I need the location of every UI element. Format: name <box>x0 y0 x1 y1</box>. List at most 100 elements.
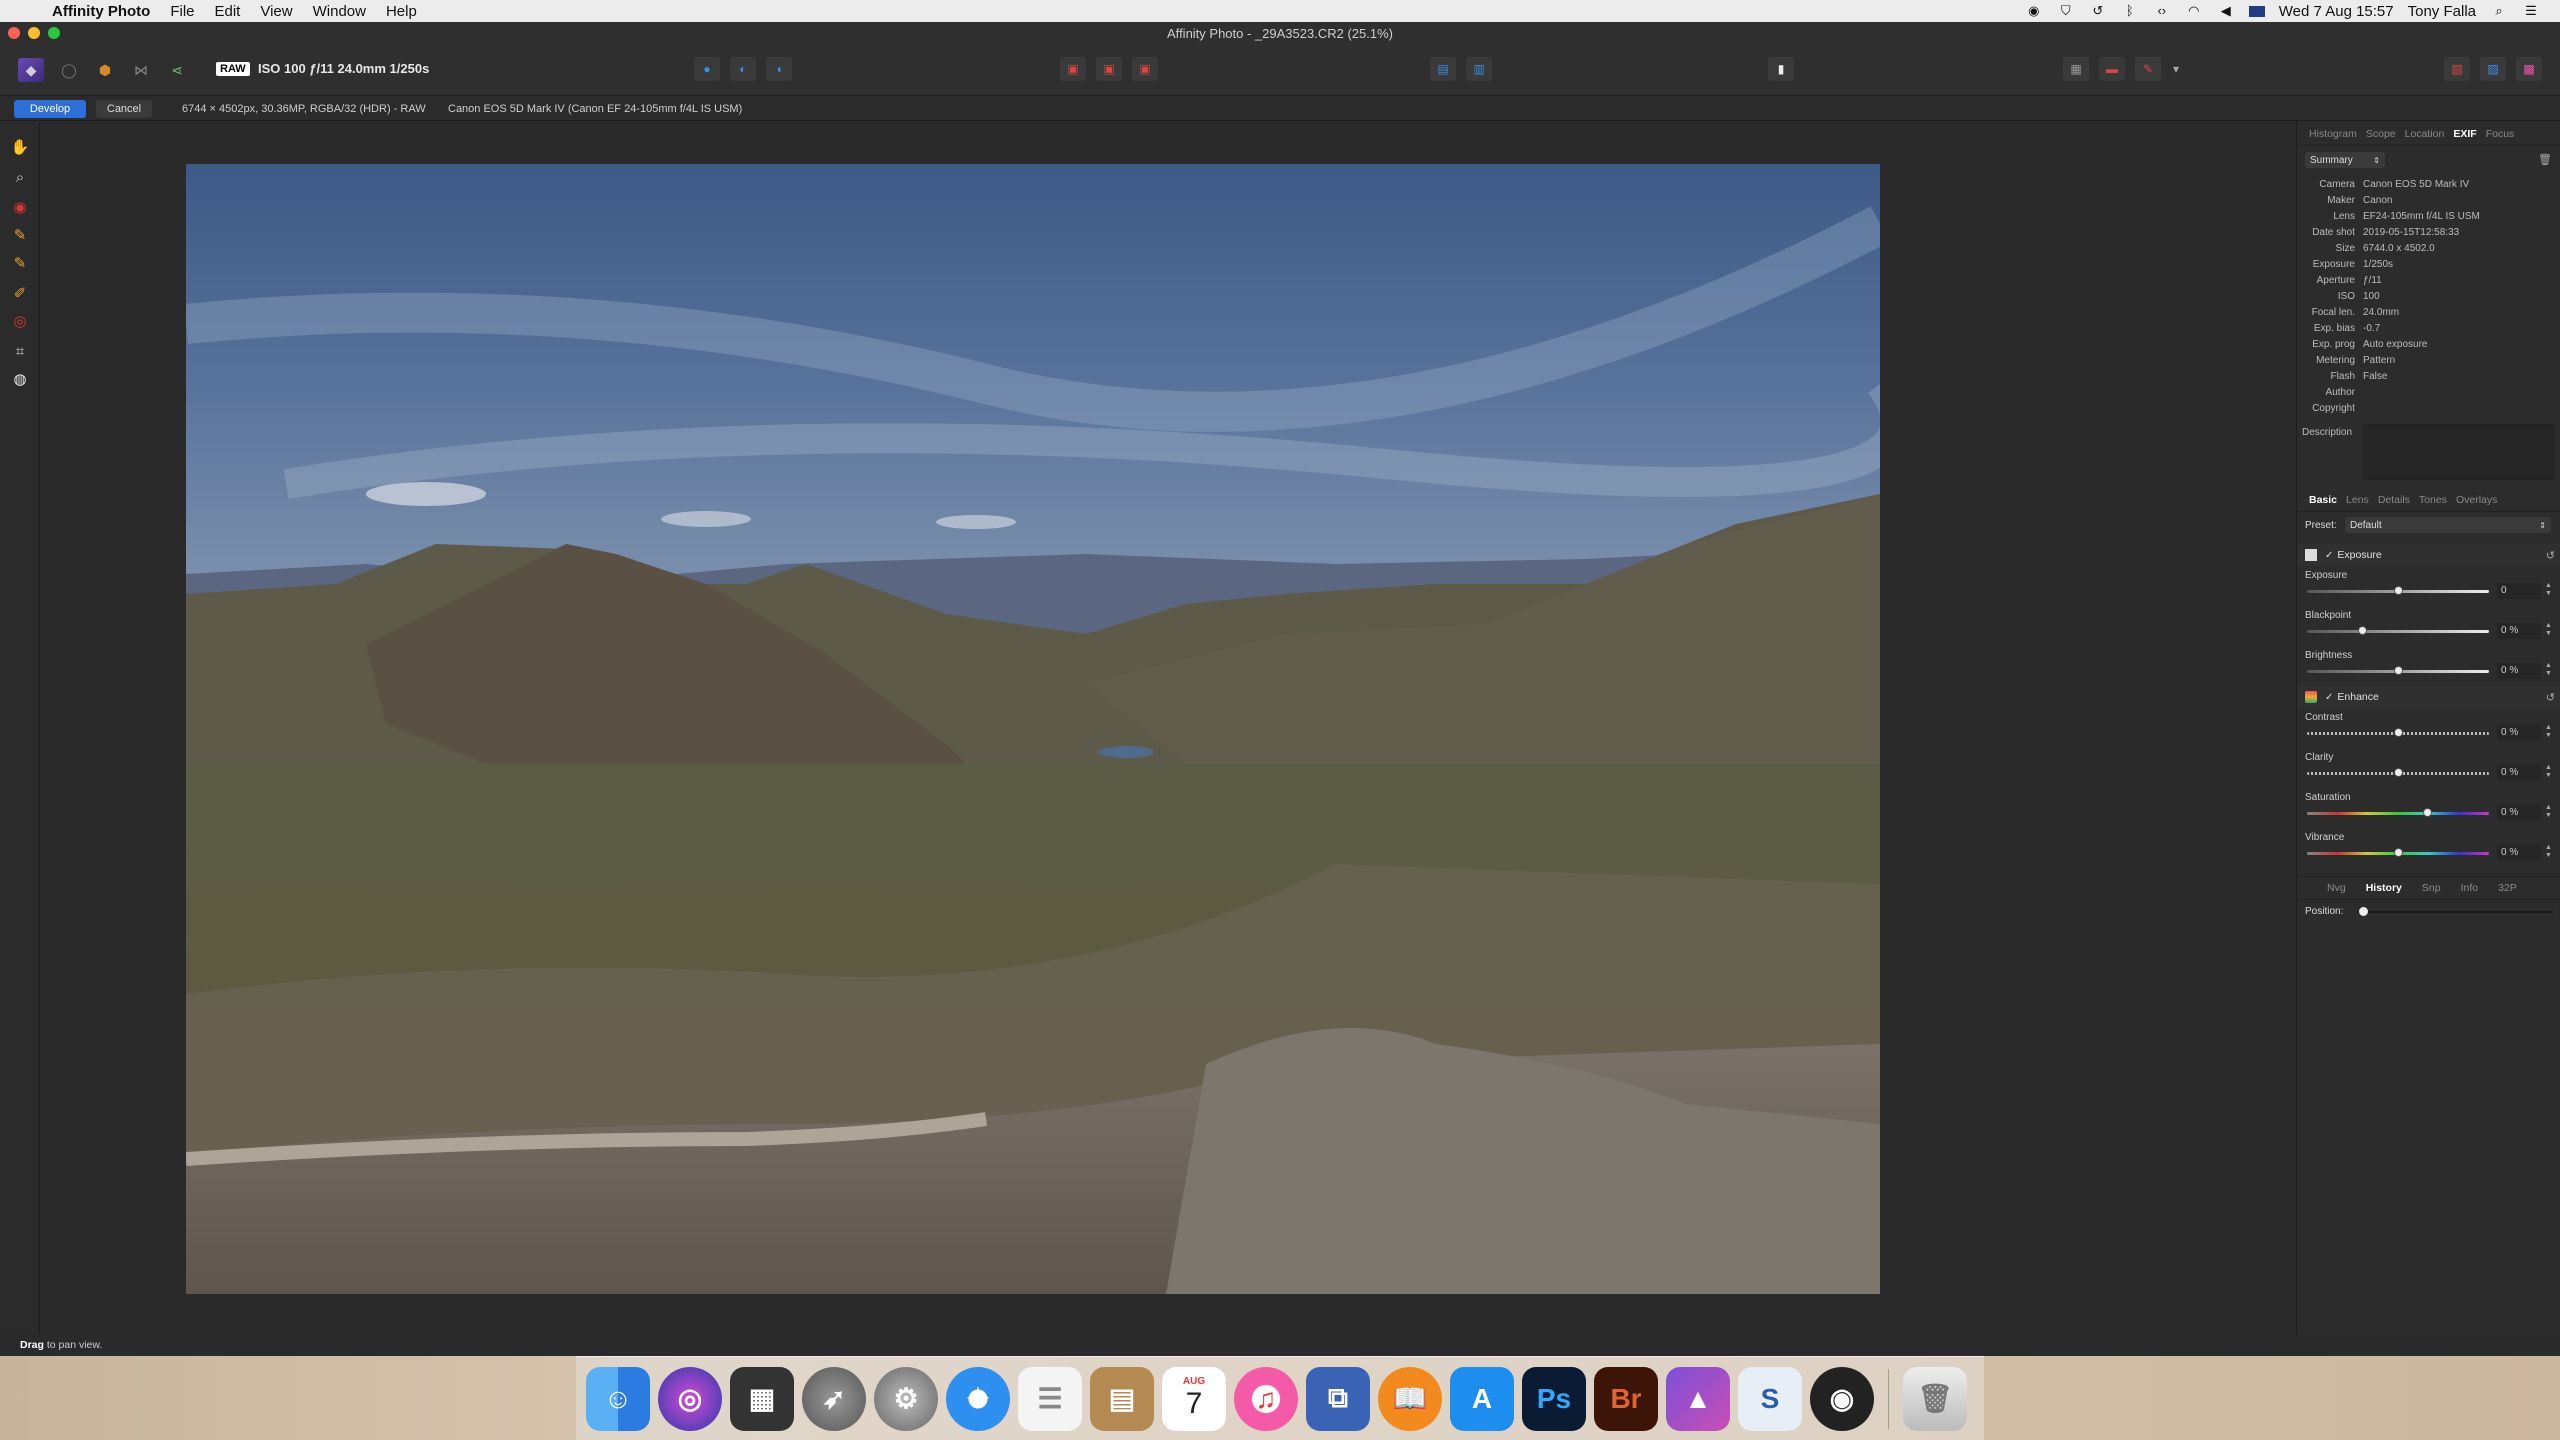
cancel-button[interactable]: Cancel <box>96 100 152 118</box>
exposure-knob[interactable] <box>2394 586 2403 595</box>
affinity-photo-icon[interactable]: ▲ <box>1666 1366 1730 1431</box>
tab-details[interactable]: Details <box>2378 494 2410 506</box>
stepper-icon[interactable]: ▲ ▼ <box>2545 804 2552 820</box>
tab-histogram[interactable]: Histogram <box>2309 128 2357 140</box>
history-position-knob[interactable] <box>2359 907 2368 916</box>
photo-persona-icon[interactable]: ▧ <box>2444 57 2470 81</box>
tone-map-persona-icon[interactable]: ⬢ <box>92 58 118 82</box>
split-view-icon[interactable]: ◐ <box>730 57 756 81</box>
enhance-group-header[interactable]: ✓ Enhance ↺ <box>2297 686 2560 708</box>
clip-shadows-icon[interactable]: ▣ <box>1132 57 1158 81</box>
tab-32p[interactable]: 32P <box>2498 882 2517 894</box>
chevron-down-icon[interactable]: ▾ <box>2171 57 2181 81</box>
menubar-user[interactable]: Tony Falla <box>2408 3 2476 20</box>
clip-highlights-icon[interactable]: ▣ <box>1060 57 1086 81</box>
saturation-track[interactable] <box>2307 812 2489 815</box>
tab-info[interactable]: Info <box>2461 882 2479 894</box>
description-field[interactable] <box>2363 424 2555 480</box>
liquify-persona-icon[interactable]: ⋈ <box>128 58 154 82</box>
vibrance-value-field[interactable]: 0 % <box>2497 845 2541 861</box>
sketchup-icon[interactable]: S <box>1738 1366 1802 1431</box>
blemish-tool-icon[interactable]: ✎ <box>9 224 31 246</box>
circle-persona-icon[interactable]: ◯ <box>56 58 82 82</box>
checkmark-icon[interactable]: ✓ <box>2325 550 2333 561</box>
brightness-knob[interactable] <box>2394 666 2403 675</box>
blackpoint-knob[interactable] <box>2357 626 2367 635</box>
crop-tool-icon[interactable]: ⌗ <box>9 340 31 362</box>
image-capture-icon[interactable]: ◉ <box>1810 1366 1874 1431</box>
document-canvas[interactable] <box>41 122 2295 1352</box>
finder-icon[interactable]: ☺ <box>586 1366 650 1431</box>
single-view-icon[interactable]: ● <box>694 57 720 81</box>
menu-view[interactable]: View <box>260 3 292 20</box>
red-eye-icon[interactable]: ▬ <box>2099 57 2125 81</box>
blackpoint-track[interactable] <box>2307 630 2489 633</box>
zoom-window-button[interactable] <box>48 27 60 39</box>
overlay-left-icon[interactable]: ▤ <box>1430 57 1456 81</box>
menu-help[interactable]: Help <box>386 3 417 20</box>
bluetooth-icon[interactable]: ᛒ <box>2121 4 2139 18</box>
clarity-knob[interactable] <box>2394 768 2403 777</box>
notification-center-icon[interactable]: ☰ <box>2522 4 2540 18</box>
window-layout-icon[interactable]: ▨ <box>2480 57 2506 81</box>
menubar-clock[interactable]: Wed 7 Aug 15:57 <box>2279 3 2394 20</box>
exposure-value-field[interactable]: 0 <box>2497 583 2541 599</box>
photo-browser-icon[interactable]: ▦ <box>730 1366 794 1431</box>
volume-icon[interactable]: ◀ <box>2217 4 2235 18</box>
tab-snapshots[interactable]: Snp <box>2422 882 2441 894</box>
exif-summary-select[interactable]: Summary ⇕ <box>2305 152 2385 168</box>
time-machine-icon[interactable]: ↺ <box>2089 4 2107 18</box>
trash-icon[interactable]: 🗑 <box>2538 153 2552 166</box>
notes-folder-icon[interactable]: ▤ <box>1090 1366 1154 1431</box>
tab-basic[interactable]: Basic <box>2309 494 2337 506</box>
reset-icon[interactable]: ↺ <box>2546 549 2555 562</box>
exposure-group-header[interactable]: ✓ Exposure ↺ <box>2297 544 2560 566</box>
overlay-paint-tool-icon[interactable]: ✎ <box>9 252 31 274</box>
menu-window[interactable]: Window <box>313 3 366 20</box>
overlay-gradient-tool-icon[interactable]: ◎ <box>9 310 31 332</box>
reminders-icon[interactable]: ☰ <box>1018 1366 1082 1431</box>
tab-history[interactable]: History <box>2366 882 2402 894</box>
wifi-icon[interactable]: ◠ <box>2185 4 2203 18</box>
stepper-icon[interactable]: ▲ ▼ <box>2545 662 2552 678</box>
contrast-value-field[interactable]: 0 % <box>2497 725 2541 741</box>
trash-icon[interactable]: 🗑 <box>1903 1366 1967 1431</box>
tab-lens[interactable]: Lens <box>2346 494 2369 506</box>
launchpad-icon[interactable]: ➶ <box>802 1366 866 1431</box>
zoom-tool-icon[interactable]: ⌕ <box>9 166 31 188</box>
code-icon[interactable]: ‹› <box>2153 4 2171 18</box>
stepper-icon[interactable]: ▲ ▼ <box>2545 724 2552 740</box>
raw-photo-landscape[interactable] <box>186 164 1880 1294</box>
menu-app-name[interactable]: Affinity Photo <box>52 3 150 20</box>
brightness-value-field[interactable]: 0 % <box>2497 663 2541 679</box>
minimize-window-button[interactable] <box>28 27 40 39</box>
record-icon[interactable]: ◉ <box>2025 4 2043 18</box>
overlay-right-icon[interactable]: ▥ <box>1466 57 1492 81</box>
tab-scope[interactable]: Scope <box>2366 128 2396 140</box>
itunes-icon[interactable]: ♫ <box>1234 1366 1298 1431</box>
red-eye-tool-icon[interactable]: ◉ <box>9 196 31 218</box>
grid-icon[interactable]: ▦ <box>2063 57 2089 81</box>
saturation-knob[interactable] <box>2423 808 2433 817</box>
overlay-erase-tool-icon[interactable]: ✐ <box>9 282 31 304</box>
close-window-button[interactable] <box>8 27 20 39</box>
stepper-icon[interactable]: ▲ ▼ <box>2545 764 2552 780</box>
parallels-icon[interactable]: ⧉ <box>1306 1366 1370 1431</box>
export-persona-icon[interactable]: ⋖ <box>164 58 190 82</box>
calendar-icon[interactable]: AUG 7 <box>1162 1366 1226 1431</box>
ibooks-icon[interactable]: 📖 <box>1378 1366 1442 1431</box>
siri-icon[interactable]: ◎ <box>658 1366 722 1431</box>
tab-overlays[interactable]: Overlays <box>2456 494 2497 506</box>
tab-tones[interactable]: Tones <box>2419 494 2447 506</box>
preset-select[interactable]: Default ⇕ <box>2345 517 2551 533</box>
hand-tool-icon[interactable]: ✋ <box>9 136 31 158</box>
tab-focus[interactable]: Focus <box>2486 128 2515 140</box>
color-picker-icon[interactable]: ▩ <box>2516 57 2542 81</box>
brush-tool-icon[interactable]: ✎ <box>2135 57 2161 81</box>
safari-icon[interactable]: ✧ <box>946 1366 1010 1431</box>
clip-midtones-icon[interactable]: ▣ <box>1096 57 1122 81</box>
mirror-view-icon[interactable]: ◖ <box>766 57 792 81</box>
assistant-icon[interactable]: ▮ <box>1768 57 1794 81</box>
menu-edit[interactable]: Edit <box>215 3 241 20</box>
shield-icon[interactable]: ⛉ <box>2057 4 2075 18</box>
